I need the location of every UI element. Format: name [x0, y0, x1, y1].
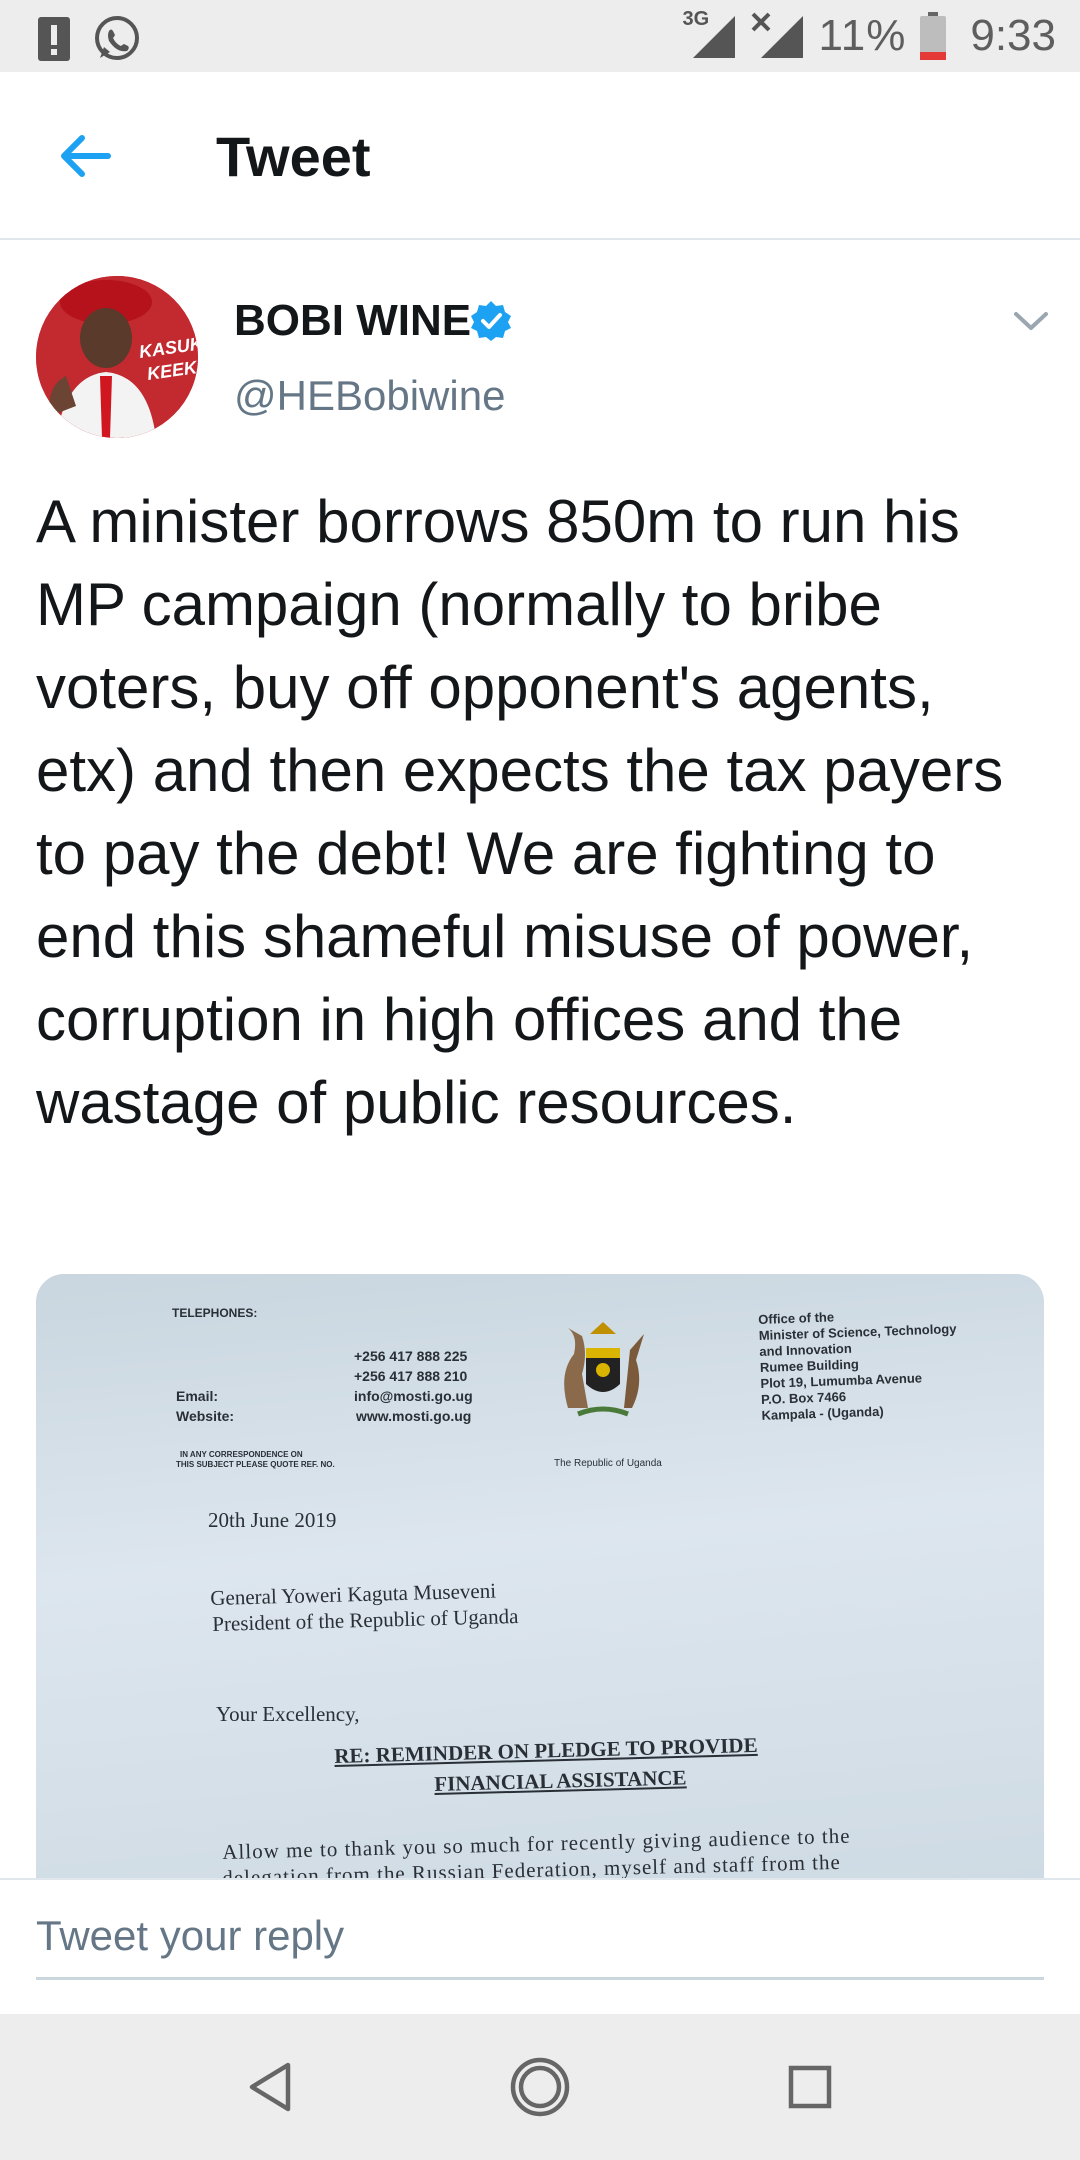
coat-of-arms-icon [564, 1322, 644, 1417]
phone-2: +256 417 888 210 [354, 1368, 468, 1384]
nav-back-icon [249, 2062, 291, 2112]
office-address: Office of the Minister of Science, Techn… [758, 1305, 959, 1424]
nav-home-button[interactable] [505, 2052, 575, 2122]
alert-notification-icon [38, 17, 70, 61]
email-label: Email: [176, 1388, 219, 1404]
phone-1: +256 417 888 225 [354, 1348, 468, 1364]
tweet-media-image[interactable]: TELEPHONES: +256 417 888 225 +256 417 88… [36, 1274, 1044, 1878]
system-nav-bar [0, 2014, 1080, 2160]
author-handle[interactable]: @HEBobiwine [234, 372, 505, 420]
author-avatar[interactable]: KASUKA KEEKO? [36, 276, 198, 438]
mobile-signal-icon: 3G [683, 8, 737, 60]
telephones-label: TELEPHONES: [172, 1306, 258, 1320]
correspondence-note-2: THIS SUBJECT PLEASE QUOTE REF. NO. [176, 1460, 335, 1469]
app-bar: Tweet [0, 72, 1080, 240]
website-label: Website: [176, 1408, 235, 1424]
whatsapp-icon [95, 16, 139, 60]
author-name[interactable]: BOBI WINE [234, 296, 471, 346]
verified-badge-icon [471, 301, 511, 341]
nav-home-icon [510, 2057, 570, 2117]
page-title: Tweet [216, 125, 371, 188]
letter-date: 20th June 2019 [208, 1508, 337, 1532]
reply-bar: Tweet your reply [0, 1878, 1080, 2014]
reply-input[interactable]: Tweet your reply [36, 1904, 1044, 1980]
status-bar: 3G 11% 9:33 [0, 0, 1080, 72]
nav-recents-button[interactable] [775, 2052, 845, 2122]
back-button[interactable] [44, 116, 124, 196]
letter-photo: TELEPHONES: +256 417 888 225 +256 417 88… [36, 1274, 1044, 1878]
tweet-text: A minister borrows 850m to run his MP ca… [36, 488, 1004, 1136]
subject-line-2: FINANCIAL ASSISTANCE [434, 1765, 687, 1796]
nav-back-button[interactable] [236, 2052, 306, 2122]
no-signal-icon [751, 12, 803, 58]
battery-percent: 11% [818, 11, 907, 60]
nav-recents-icon [788, 2065, 832, 2109]
arrow-left-icon [61, 135, 111, 177]
correspondence-note-1: IN ANY CORRESPONDENCE ON [180, 1450, 303, 1459]
salutation: Your Excellency, [216, 1702, 360, 1726]
subject-line-1: RE: REMINDER ON PLEDGE TO PROVIDE [334, 1732, 758, 1768]
battery-low-icon [920, 12, 947, 60]
chevron-down-icon[interactable] [1010, 300, 1052, 342]
website-value: www.mosti.go.ug [356, 1408, 472, 1424]
email-value: info@mosti.go.ug [354, 1388, 473, 1404]
status-time: 9:33 [970, 11, 1056, 60]
coat-of-arms-caption: The Republic of Uganda [554, 1458, 662, 1469]
